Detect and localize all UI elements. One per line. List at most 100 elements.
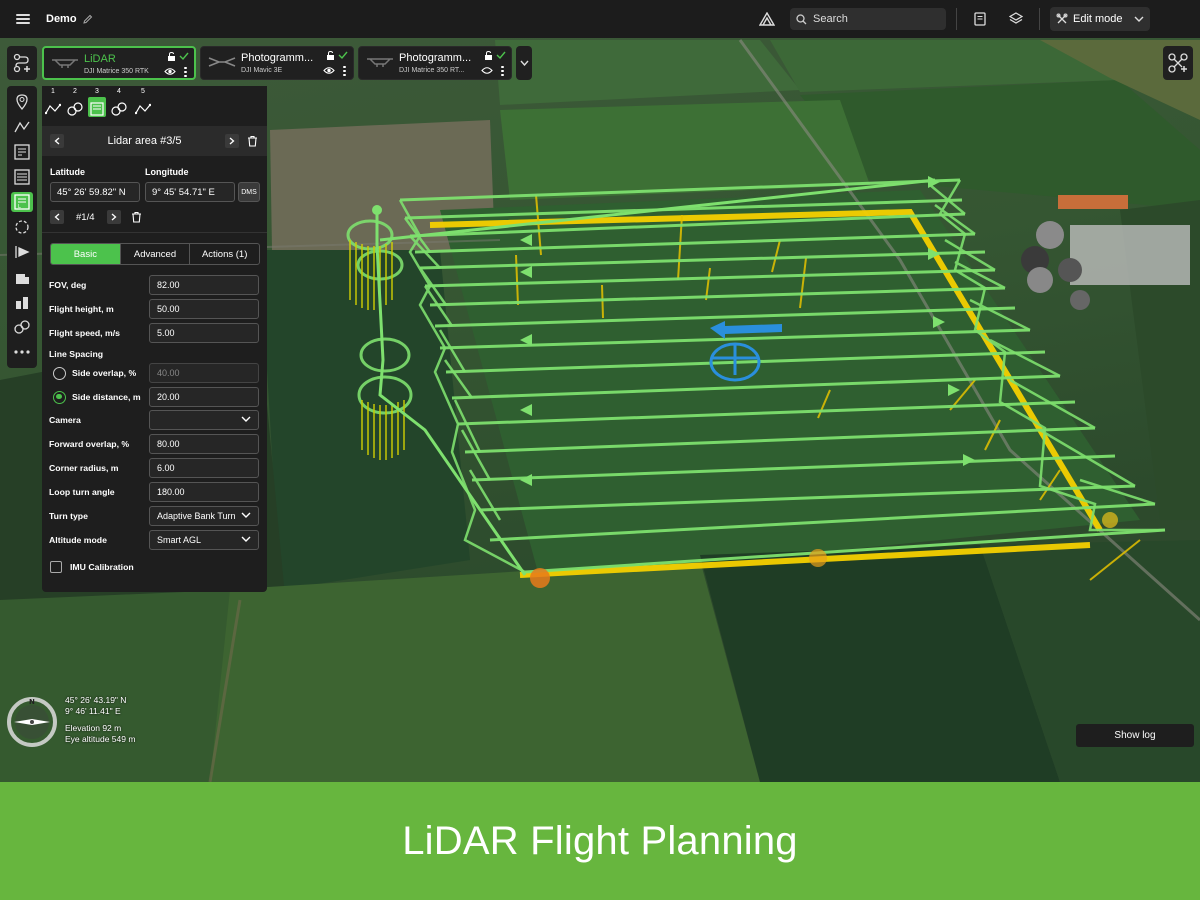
terrain-icon[interactable] — [754, 7, 780, 31]
check-icon — [496, 51, 506, 60]
map-pin-icon — [16, 94, 28, 110]
tab-actions[interactable]: Actions (1) — [190, 244, 259, 264]
mission-tab-photogrammetry-1[interactable]: Photogramm... DJI Mavic 3E — [200, 46, 354, 80]
tool-rail: L — [7, 86, 37, 368]
latitude-input[interactable]: 45° 26' 59.82" N — [50, 182, 140, 202]
tab-advanced[interactable]: Advanced — [121, 244, 191, 264]
prev-point-button[interactable] — [50, 210, 64, 224]
eye-icon[interactable] — [164, 67, 176, 76]
show-log-button[interactable]: Show log — [1076, 724, 1194, 747]
mission-tab-photogrammetry-2[interactable]: Photogramm... DJI Matrice 350 RT... — [358, 46, 512, 80]
chevron-down-icon — [241, 536, 251, 542]
more-tools-button[interactable] — [11, 342, 33, 362]
more-options-icon[interactable] — [343, 66, 346, 76]
facade-tool-button[interactable] — [11, 242, 33, 262]
lidar-area-icon: L — [14, 194, 30, 210]
side-overlap-input[interactable]: 40.00 — [149, 363, 259, 383]
step-number: 5 — [141, 88, 145, 95]
mission-subtitle: DJI Matrice 350 RTK — [84, 68, 149, 75]
loop-turn-angle-input[interactable]: 180.00 — [149, 482, 259, 502]
next-area-button[interactable] — [225, 134, 239, 148]
dms-toggle-button[interactable]: DMS — [238, 182, 260, 202]
turn-type-value: Adaptive Bank Turn — [157, 511, 236, 521]
chevron-down-icon — [1134, 16, 1144, 22]
add-route-button[interactable] — [7, 46, 37, 80]
side-distance-input[interactable]: 20.00 — [149, 387, 259, 407]
flight-speed-row: Flight speed, m/s 5.00 — [49, 323, 260, 343]
tower-tool-button[interactable] — [11, 292, 33, 312]
side-overlap-radio[interactable] — [53, 366, 66, 380]
more-missions-button[interactable] — [516, 46, 532, 80]
unlock-icon[interactable] — [484, 51, 493, 60]
pencil-icon[interactable] — [82, 14, 93, 24]
mission-subtitle: DJI Mavic 3E — [241, 67, 283, 74]
imu-calibration-checkbox[interactable] — [50, 561, 62, 573]
divider — [42, 232, 267, 233]
drone-icon — [367, 58, 393, 67]
prev-area-button[interactable] — [50, 134, 64, 148]
route-add-icon — [13, 53, 30, 73]
point-label: #1/4 — [76, 211, 95, 223]
search-input[interactable]: Search — [790, 8, 946, 30]
latitude-label: Latitude — [50, 167, 85, 177]
corner-radius-input[interactable]: 6.00 — [149, 458, 259, 478]
trash-icon[interactable] — [131, 211, 142, 223]
list-doc-icon — [14, 169, 30, 185]
corridor-tool-button[interactable] — [11, 167, 33, 187]
flight-speed-label: Flight speed, m/s — [49, 328, 120, 338]
step-1[interactable]: 1 — [44, 88, 62, 117]
eye-icon[interactable] — [323, 66, 335, 75]
next-point-button[interactable] — [106, 210, 121, 224]
cursor-latitude: 45° 26' 43.19" N — [65, 695, 127, 705]
mission-tab-lidar[interactable]: LiDAR DJI Matrice 350 RTK — [42, 46, 196, 80]
hidden-eye-icon[interactable] — [481, 66, 493, 75]
step-4[interactable]: 4 — [110, 88, 128, 117]
layers-icon[interactable] — [1003, 7, 1029, 31]
pin-tool-button[interactable] — [11, 92, 33, 112]
forward-overlap-input[interactable]: 80.00 — [149, 434, 259, 454]
polyline-tool-button[interactable] — [11, 117, 33, 137]
camera-select[interactable] — [149, 410, 259, 430]
step-3[interactable]: 3 — [88, 88, 106, 117]
multi-orbit-icon — [67, 101, 83, 116]
trash-icon[interactable] — [247, 135, 258, 147]
step-2[interactable]: 2 — [66, 88, 84, 117]
step-number: 1 — [51, 88, 55, 95]
lidar-tool-button[interactable]: L — [11, 192, 33, 212]
drone-add-button[interactable] — [1163, 46, 1193, 80]
mode-select[interactable]: Edit mode — [1050, 7, 1150, 31]
unlock-icon[interactable] — [167, 52, 176, 61]
flight-height-row: Flight height, m 50.00 — [49, 299, 260, 319]
chevron-down-icon — [241, 512, 251, 518]
report-icon[interactable] — [967, 7, 993, 31]
flight-speed-input[interactable]: 5.00 — [149, 323, 259, 343]
chevron-right-icon — [111, 213, 116, 221]
menu-icon[interactable] — [16, 14, 30, 24]
flight-height-input[interactable]: 50.00 — [149, 299, 259, 319]
divider — [1039, 8, 1040, 30]
side-overlap-row: Side overlap, % 40.00 — [49, 363, 260, 383]
mission-properties-panel: 1 2 3 4 5 Lidar area #3/5 Latitude Longi… — [42, 86, 267, 592]
orbit-tool-button[interactable] — [11, 217, 33, 237]
lidar-area-icon — [90, 101, 104, 116]
building-tool-button[interactable] — [11, 267, 33, 287]
multi-orbit-tool-button[interactable] — [11, 317, 33, 337]
fov-input[interactable]: 82.00 — [149, 275, 259, 295]
corner-radius-row: Corner radius, m 6.00 — [49, 458, 260, 478]
step-5[interactable]: 5 — [134, 88, 152, 117]
side-distance-radio[interactable] — [53, 390, 66, 404]
more-options-icon[interactable] — [184, 67, 187, 77]
search-placeholder: Search — [813, 13, 848, 25]
tab-basic[interactable]: Basic — [51, 244, 121, 264]
compass-icon[interactable]: N — [6, 696, 58, 748]
photogrammetry-tool-button[interactable] — [11, 142, 33, 162]
eye-altitude-readout: Eye altitude 549 m — [65, 733, 136, 744]
multi-orbit-icon — [14, 320, 30, 334]
altitude-mode-select[interactable]: Smart AGL — [149, 530, 259, 550]
project-name[interactable]: Demo — [46, 13, 77, 25]
longitude-input[interactable]: 9° 45' 54.71" E — [145, 182, 235, 202]
turn-type-row: Turn type Adaptive Bank Turn — [49, 506, 260, 526]
more-options-icon[interactable] — [501, 66, 504, 76]
turn-type-select[interactable]: Adaptive Bank Turn — [149, 506, 259, 526]
unlock-icon[interactable] — [326, 51, 335, 60]
